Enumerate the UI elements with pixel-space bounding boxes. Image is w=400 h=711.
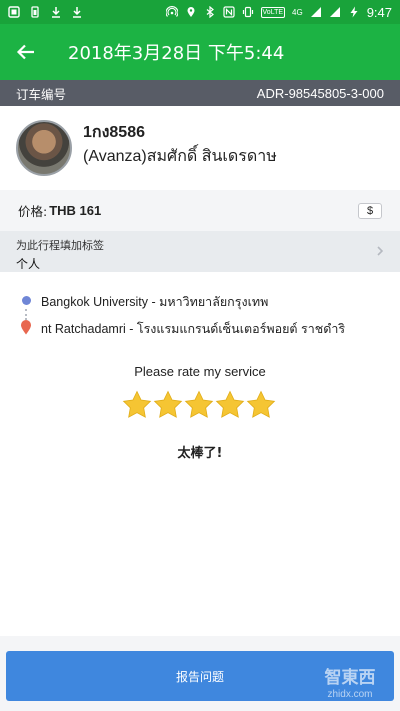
download-icon [52, 7, 60, 18]
trip-tag-row[interactable]: 为此行程填加标签 个人 [0, 231, 400, 272]
receipt-button[interactable]: $ [358, 202, 382, 219]
vibrate-icon [242, 6, 253, 18]
bluetooth-icon [206, 6, 214, 18]
rating-section: Please rate my service 太棒了! [0, 350, 400, 636]
license-plate: 1กง8586 [83, 124, 145, 141]
order-number-bar: 订车编号 ADR-98545805-3-000 [0, 80, 400, 106]
back-button[interactable] [0, 24, 52, 80]
driver-avatar[interactable] [16, 120, 72, 176]
notification-square-icon [8, 6, 20, 18]
price-label: 价格: [18, 204, 48, 219]
download-icon [73, 7, 81, 18]
chevron-right-icon [377, 246, 384, 256]
price-row: 价格: THB 161 $ [0, 190, 400, 231]
route-section: Bangkok University - มหาวิทยาลัยกรุงเทพ … [0, 272, 400, 350]
driver-card: 1กง8586 (Avanza)สมศักดิ์ สินเดรดาษ [0, 106, 400, 190]
order-number-label: 订车编号 [16, 86, 67, 102]
status-bar: VoLTE 4G 9:47 [0, 0, 400, 24]
rating-result: 太棒了! [177, 446, 223, 461]
zhidx-watermark-logo: 智東西 zhidx.com [325, 667, 376, 700]
pickup-dot-icon [22, 296, 31, 305]
star-icon[interactable] [184, 390, 214, 420]
trip-tag-value: 个人 [16, 257, 41, 271]
hotspot-icon [165, 6, 178, 17]
page-title: 2018年3月28日 下午5:44 [68, 43, 285, 64]
star-rating [122, 390, 276, 420]
location-icon [187, 7, 195, 18]
dropoff-pin-icon [21, 320, 31, 335]
arrow-left-icon [16, 44, 34, 60]
order-number-value: ADR-98545805-3-000 [256, 85, 384, 101]
dropoff-address: nt Ratchadamri - โรงแรมแกรนด์เซ็นเตอร์พอ… [41, 322, 346, 336]
volte-badge: VoLTE [260, 6, 286, 18]
driver-name: (Avanza)สมศักดิ์ สินเดรดาษ [83, 148, 277, 165]
charging-icon [350, 6, 358, 18]
app-bar: 2018年3月28日 下午5:44 [0, 24, 400, 80]
star-icon[interactable] [122, 390, 152, 420]
star-icon[interactable] [153, 390, 183, 420]
clock: 9:47 [366, 4, 392, 20]
signal-icon [329, 7, 340, 17]
signal-icon [310, 7, 321, 17]
battery-icon [31, 6, 39, 18]
nfc-icon [222, 6, 235, 18]
svg-text:zhidx.com: zhidx.com [327, 689, 372, 700]
price-value: THB 161 [49, 203, 102, 218]
network-type: 4G [292, 7, 303, 17]
svg-text:智東西: 智東西 [325, 667, 376, 688]
star-icon[interactable] [246, 390, 276, 420]
star-icon[interactable] [215, 390, 245, 420]
trip-tag-label: 为此行程填加标签 [16, 239, 104, 252]
pickup-address: Bangkok University - มหาวิทยาลัยกรุงเทพ [41, 295, 269, 309]
rating-prompt: Please rate my service [134, 364, 266, 379]
